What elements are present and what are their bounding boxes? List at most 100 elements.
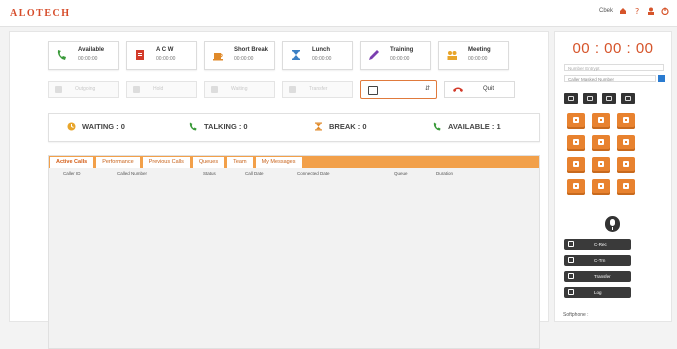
- softphone-panel: 00 : 00 : 00 Number Entrypt Caller Maske…: [554, 31, 672, 322]
- column-header[interactable]: Call Date: [245, 171, 264, 176]
- number-input[interactable]: Number Entrypt: [564, 64, 664, 71]
- keypad-key-5[interactable]: [592, 135, 610, 151]
- action-label: Hold: [153, 86, 164, 92]
- log-button[interactable]: Log: [564, 287, 631, 298]
- talking-counter: TALKING : 0: [189, 122, 248, 131]
- phone-icon: [57, 50, 66, 60]
- status-time: 00:00:00: [312, 56, 332, 62]
- message-tool-button[interactable]: [583, 93, 597, 104]
- tab-my-messages[interactable]: My Messages: [254, 156, 303, 168]
- keypad-glyph: [573, 161, 579, 167]
- keypad-key-0[interactable]: [592, 179, 610, 195]
- break-reason-select[interactable]: ⇵: [360, 80, 437, 99]
- status-card-short-break[interactable]: Short Break 00:00:00: [204, 41, 275, 70]
- hourglass-icon: [315, 122, 322, 131]
- call-control-buttons: C-Rec C-Trn Transfer Log: [564, 239, 631, 298]
- waiting-button[interactable]: Waiting: [204, 81, 275, 98]
- caller-info-icon[interactable]: [658, 75, 665, 82]
- call-transfer-button[interactable]: C-Trn: [564, 255, 631, 266]
- top-bar: ALOTECH Cbek ?: [0, 0, 677, 27]
- user-label[interactable]: Cbek: [599, 8, 613, 14]
- available-count: AVAILABLE : 1: [448, 122, 501, 131]
- queue-counters: WAITING : 0 TALKING : 0 BREAK : 0 AVAILA…: [48, 113, 540, 142]
- svg-text:?: ?: [635, 7, 639, 15]
- keypad-key-4[interactable]: [567, 135, 585, 151]
- hold-button[interactable]: Hold: [126, 81, 197, 98]
- status-time: 00:00:00: [156, 56, 176, 62]
- phone-talk-icon: [189, 122, 197, 131]
- power-icon[interactable]: [661, 7, 669, 15]
- keypad-key-2[interactable]: [592, 113, 610, 129]
- transfer-button[interactable]: Transfer: [564, 271, 631, 282]
- keypad-key-7[interactable]: [567, 157, 585, 173]
- document-icon: [136, 50, 144, 60]
- status-card-acw[interactable]: A C W 00:00:00: [126, 41, 197, 70]
- microphone-icon[interactable]: [605, 216, 620, 232]
- code-tool-button[interactable]: [621, 93, 635, 104]
- tab-active-calls[interactable]: Active Calls: [49, 156, 95, 168]
- help-icon[interactable]: ?: [633, 7, 641, 15]
- tab-queues[interactable]: Queues: [191, 156, 226, 168]
- column-header[interactable]: Caller ID: [63, 171, 81, 176]
- call-timer: 00 : 00 : 00: [572, 40, 654, 57]
- keypad-glyph: [598, 161, 604, 167]
- quit-label: Quit: [483, 86, 495, 92]
- contact-icon: [606, 96, 612, 101]
- tab-performance[interactable]: Performance: [95, 156, 141, 168]
- status-card-available[interactable]: Available 00:00:00: [48, 41, 119, 70]
- keypad-glyph: [623, 139, 629, 145]
- hangup-icon: [453, 87, 463, 92]
- status-card-lunch[interactable]: Lunch 00:00:00: [282, 41, 353, 70]
- keypad-key-1[interactable]: [567, 113, 585, 129]
- column-header[interactable]: Queue: [394, 171, 408, 176]
- column-header[interactable]: Duration: [436, 171, 453, 176]
- keypad-glyph: [623, 183, 629, 189]
- contact-tool-button[interactable]: [602, 93, 616, 104]
- tab-previous-calls[interactable]: Previous Calls: [141, 156, 191, 168]
- hold-icon: [133, 86, 140, 93]
- column-header[interactable]: Status: [203, 171, 216, 176]
- keypad-key-hash[interactable]: [617, 179, 635, 195]
- select-arrows-icon: ⇵: [424, 86, 430, 92]
- status-label: Short Break: [234, 47, 269, 53]
- search-icon: [568, 289, 574, 295]
- action-label: Transfer: [309, 86, 328, 92]
- quit-button[interactable]: Quit: [444, 81, 515, 98]
- outgoing-button[interactable]: Outgoing: [48, 81, 119, 98]
- masked-number-field[interactable]: Caller Masked Number: [564, 75, 656, 82]
- keypad-glyph: [598, 117, 604, 123]
- status-time: 00:00:00: [390, 56, 410, 62]
- break-counter: BREAK : 0: [314, 122, 367, 131]
- keypad-glyph: [623, 117, 629, 123]
- home-icon[interactable]: [619, 7, 627, 15]
- button-label: C-Rec: [594, 242, 607, 247]
- column-header[interactable]: Connected Date: [297, 171, 330, 176]
- keypad-key-9[interactable]: [617, 157, 635, 173]
- waiting-counter: WAITING : 0: [67, 122, 125, 131]
- break-count: BREAK : 0: [329, 122, 367, 131]
- status-label: Lunch: [312, 47, 330, 53]
- waiting-count: WAITING : 0: [82, 122, 125, 131]
- transfer-icon: [289, 86, 296, 93]
- available-counter: AVAILABLE : 1: [433, 122, 501, 131]
- call-record-button[interactable]: C-Rec: [564, 239, 631, 250]
- transfer-button[interactable]: Transfer: [282, 81, 353, 98]
- keypad-key-6[interactable]: [617, 135, 635, 151]
- status-label: Training: [390, 47, 414, 53]
- user-icon[interactable]: [647, 7, 655, 15]
- keypad-glyph: [573, 139, 579, 145]
- keypad-key-star[interactable]: [567, 179, 585, 195]
- dial-tool-button[interactable]: [564, 93, 578, 104]
- keypad-key-3[interactable]: [617, 113, 635, 129]
- status-time: 00:00:00: [78, 56, 98, 62]
- status-card-meeting[interactable]: Meeting 00:00:00: [438, 41, 509, 70]
- action-label: Waiting: [231, 86, 248, 92]
- message-icon: [587, 96, 593, 101]
- keypad-key-8[interactable]: [592, 157, 610, 173]
- tab-team[interactable]: Team: [226, 156, 254, 168]
- people-icon: [447, 51, 457, 60]
- code-icon: [625, 96, 631, 101]
- column-header[interactable]: Called Number: [117, 171, 147, 176]
- button-label: Transfer: [594, 274, 611, 279]
- status-card-training[interactable]: Training 00:00:00: [360, 41, 431, 70]
